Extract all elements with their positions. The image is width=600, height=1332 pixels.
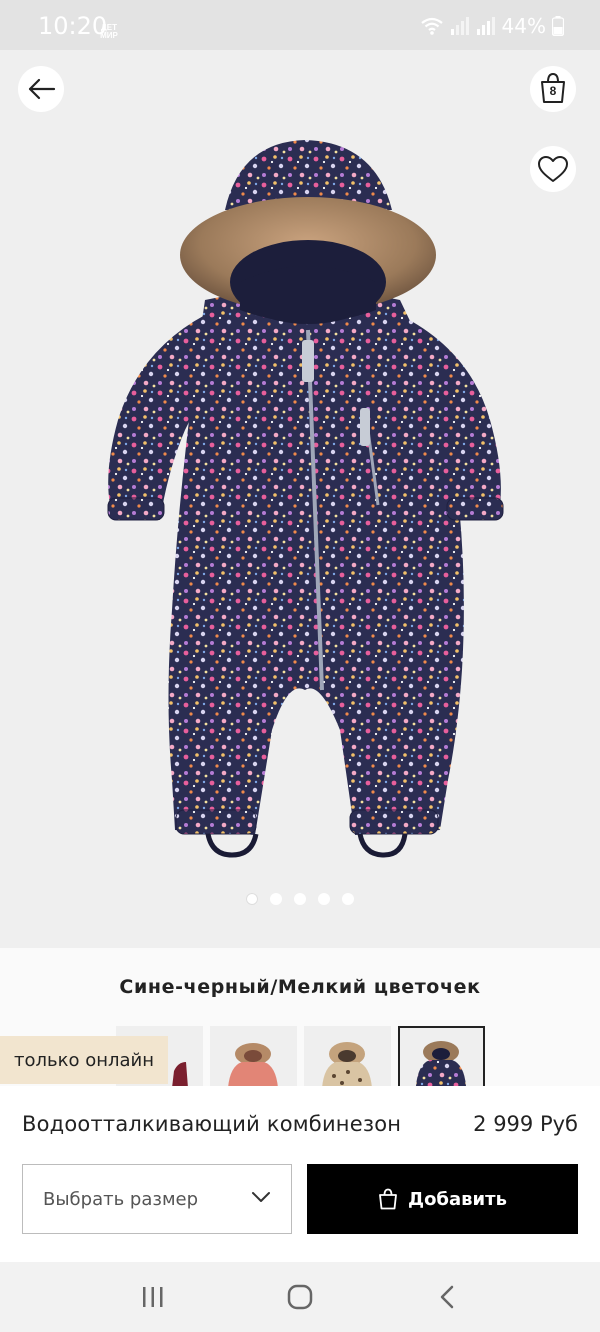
add-to-cart-label: Добавить — [408, 1188, 507, 1210]
size-select[interactable]: Выбрать размер — [22, 1164, 292, 1234]
color-swatch-pink[interactable] — [210, 1026, 297, 1088]
swatch-thumbnail — [416, 1041, 466, 1086]
gallery-dot[interactable] — [318, 893, 330, 905]
snowsuit-image — [107, 140, 504, 858]
color-selector: Сине-черный/Мелкий цветочек только онлай… — [0, 948, 600, 1088]
gallery-dot[interactable] — [270, 893, 282, 905]
add-to-cart-button[interactable]: Добавить — [307, 1164, 578, 1234]
gallery-pagination — [0, 893, 600, 905]
favorite-button[interactable] — [530, 146, 576, 192]
size-select-label: Выбрать размер — [43, 1188, 199, 1210]
product-page: 10:20 ДЕТ МИР 44% 8 Сине-черный/Мелкий ц… — [0, 0, 600, 1332]
wifi-icon — [420, 17, 443, 35]
recent-apps-button[interactable] — [123, 1267, 183, 1327]
shopping-bag-icon — [379, 1188, 397, 1210]
app-notification-icon: ДЕТ МИР — [100, 23, 118, 40]
system-back-button[interactable] — [417, 1267, 477, 1327]
cart-button[interactable]: 8 — [530, 66, 576, 112]
arrow-left-icon — [28, 78, 56, 100]
color-swatches — [116, 1026, 485, 1088]
status-time: 10:20 — [38, 12, 108, 40]
color-swatch-leopard[interactable] — [304, 1026, 391, 1088]
battery-percent: 44% — [501, 14, 546, 38]
purchase-panel: Водоотталкивающий комбинезон 2 999 Руб В… — [0, 1086, 600, 1262]
online-only-badge: только онлайн — [0, 1036, 169, 1084]
signal-icon-2 — [476, 17, 495, 35]
product-image-gallery[interactable]: 8 — [0, 50, 600, 948]
status-bar: 10:20 ДЕТ МИР 44% — [0, 0, 600, 50]
signal-icon — [450, 17, 469, 35]
heart-icon — [538, 156, 568, 182]
recent-apps-icon — [143, 1287, 163, 1307]
chevron-down-icon — [252, 1192, 270, 1202]
back-button[interactable] — [18, 66, 64, 112]
selected-color-name: Сине-черный/Мелкий цветочек — [119, 976, 481, 998]
chevron-left-icon — [440, 1285, 453, 1309]
battery-icon — [552, 16, 564, 36]
gallery-dot[interactable] — [246, 893, 258, 905]
cart-count: 8 — [549, 84, 557, 98]
gallery-dot[interactable] — [294, 893, 306, 905]
system-nav-bar — [0, 1262, 600, 1332]
gallery-dot[interactable] — [342, 893, 354, 905]
product-title: Водоотталкивающий комбинезон — [22, 1112, 402, 1136]
home-button[interactable] — [270, 1267, 330, 1327]
color-swatch-navy-floral[interactable] — [398, 1026, 485, 1088]
swatch-thumbnail — [228, 1043, 278, 1088]
product-price: 2 999 Руб — [473, 1112, 578, 1136]
home-icon — [287, 1284, 313, 1310]
status-indicators: 44% — [420, 14, 564, 38]
swatch-thumbnail — [322, 1042, 372, 1088]
